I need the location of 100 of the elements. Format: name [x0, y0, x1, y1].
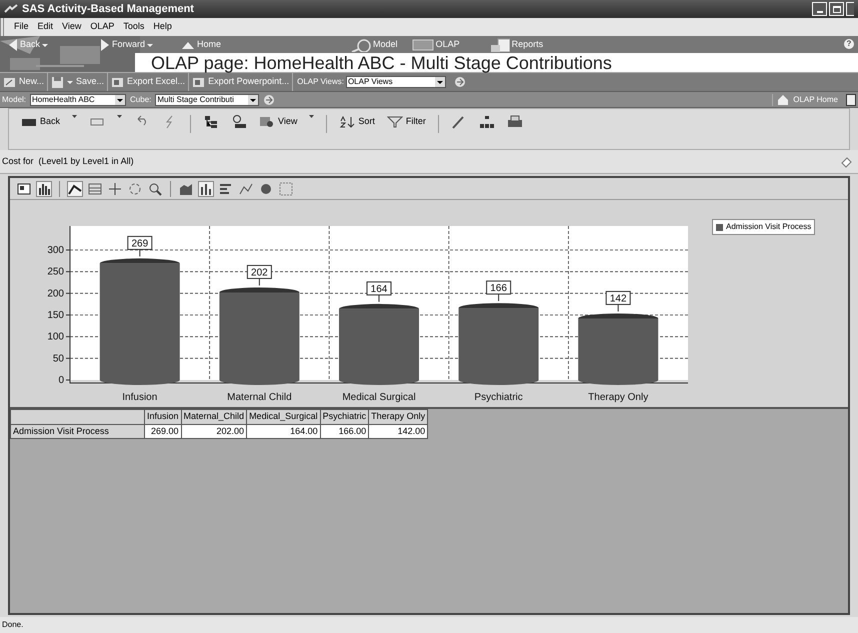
y-tick-label: 150 — [47, 310, 64, 321]
move-tool-button[interactable] — [107, 180, 123, 196]
nav-forward-button[interactable]: Forward — [100, 38, 154, 52]
dropdown[interactable]: Multi Stage Contributi — [155, 94, 260, 106]
rotate-icon — [128, 182, 142, 196]
save-icon — [51, 76, 64, 88]
zoom-icon — [148, 182, 162, 196]
new-icon — [3, 76, 16, 88]
data-label: 166 — [490, 283, 508, 294]
leader-line — [618, 304, 619, 312]
help-button[interactable]: ? — [844, 39, 854, 49]
close-button[interactable] — [846, 2, 854, 16]
table-cell: 142.00 — [368, 424, 428, 438]
zoom-tool-button[interactable] — [147, 180, 163, 196]
filter-icon — [386, 116, 403, 128]
table-cell: 166.00 — [320, 424, 369, 438]
back-button[interactable]: Back — [21, 115, 60, 129]
caret-icon — [42, 44, 48, 46]
value-label: 164 — [366, 281, 392, 296]
y-tick-label: 250 — [47, 266, 64, 278]
x-tick-label: Infusion — [122, 392, 158, 403]
filter-button[interactable]: Filter — [386, 115, 426, 129]
view-button[interactable]: View — [259, 115, 298, 129]
chart-icon — [37, 182, 51, 196]
leader-line — [258, 278, 260, 286]
x-tick-label: Psychiatric — [474, 392, 523, 403]
minimize-button[interactable] — [812, 2, 827, 16]
legend-label: Admission Visit Process — [726, 221, 812, 233]
leader-line — [378, 294, 380, 302]
column-header: Infusion — [144, 410, 182, 424]
menu-item[interactable]: Edit — [38, 20, 54, 34]
table-icon — [88, 182, 102, 196]
y-tick-label: 0 — [58, 375, 64, 386]
menu-item[interactable]: Tools — [123, 20, 144, 34]
caret-icon[interactable] — [309, 115, 314, 118]
nav-reports-button[interactable]: Reports — [490, 38, 544, 52]
house-icon — [777, 94, 790, 106]
table-tool-button[interactable] — [87, 180, 103, 196]
leader-line — [498, 294, 500, 302]
window-title: SAS Activity-Based Management — [22, 2, 194, 17]
value-label: 202 — [246, 264, 272, 279]
caret-icon — [147, 44, 154, 46]
y-tick-label: 300 — [47, 245, 64, 256]
magnifier-icon — [351, 38, 372, 52]
x-tick-label: Maternal Child — [227, 392, 292, 403]
column-header: Psychiatric — [320, 410, 369, 424]
properties-icon — [17, 182, 31, 196]
column-header: Therapy Only — [368, 410, 428, 424]
tree-icon[interactable] — [203, 115, 220, 129]
document-icon — [490, 38, 510, 52]
menu-item[interactable]: OLAP — [90, 20, 114, 34]
menu-item[interactable]: Help — [153, 20, 172, 34]
rotate-tool-button[interactable] — [127, 180, 143, 196]
go-arrow-icon[interactable] — [263, 94, 276, 106]
left-arrow-icon — [8, 38, 18, 52]
nav-olap-button[interactable]: OLAP — [412, 38, 460, 52]
value-label: 142 — [606, 290, 631, 305]
hierarchy-icon[interactable] — [478, 115, 495, 129]
printer-icon[interactable] — [506, 115, 523, 129]
menu-item[interactable]: File — [14, 20, 29, 34]
caret-icon — [67, 80, 74, 84]
pie-icon — [259, 182, 273, 196]
caret-icon[interactable] — [117, 115, 122, 118]
move-icon — [108, 182, 122, 196]
scatter-icon — [279, 182, 293, 196]
properties-tool-button[interactable] — [16, 180, 32, 196]
nav-home-button[interactable]: Home — [181, 38, 222, 52]
column-header: Medical_Surgical — [246, 410, 320, 424]
sort-button[interactable]: Sort — [339, 115, 375, 129]
y-tick-label: 100 — [47, 332, 64, 343]
nav-model-button[interactable]: Model — [351, 38, 398, 52]
caret-icon — [248, 94, 258, 104]
caret-icon — [434, 77, 445, 87]
page-title: OLAP page: HomeHealth ABC - Multi Stage Contributions — [135, 53, 858, 72]
chart-tool-button[interactable] — [36, 180, 52, 196]
dropdown[interactable]: OLAP Views — [346, 76, 446, 88]
data-label: 164 — [370, 284, 388, 295]
expand-icon[interactable] — [846, 94, 856, 106]
right-arrow-icon — [100, 38, 110, 52]
back-icon — [21, 116, 37, 128]
menu-item[interactable]: View — [62, 20, 82, 34]
export-icon — [111, 76, 124, 88]
x-tick-label: Medical Surgical — [342, 392, 416, 403]
dropdown[interactable]: HomeHealth ABC — [30, 94, 126, 106]
data-label: 202 — [251, 267, 268, 278]
bar-icon — [199, 182, 213, 196]
bar-tool-button[interactable] — [198, 180, 214, 196]
sort-icon — [339, 116, 356, 128]
table-cell: 202.00 — [181, 424, 247, 438]
maximize-button[interactable] — [829, 2, 844, 16]
y-tick-label: 50 — [52, 353, 64, 364]
go-arrow-icon[interactable] — [454, 76, 466, 88]
selector-label: Cube: — [130, 94, 152, 106]
selector-label: Model: — [2, 94, 26, 106]
caret-icon[interactable] — [72, 115, 78, 118]
pointer-tool-button[interactable] — [67, 180, 83, 196]
x-tick-label: Therapy Only — [588, 392, 648, 403]
caret-icon — [115, 94, 126, 104]
status-text: Done. — [2, 619, 24, 631]
line-icon — [239, 182, 253, 196]
